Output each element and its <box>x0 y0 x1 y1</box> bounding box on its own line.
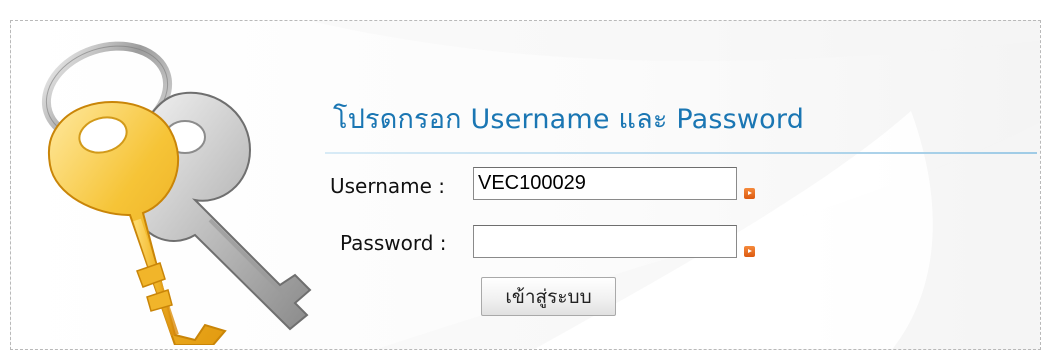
login-panel: โปรดกรอก Username และ Password Username … <box>10 20 1041 350</box>
orange-arrow-bullet-icon <box>744 246 755 257</box>
password-input[interactable] <box>473 225 737 258</box>
login-button[interactable]: เข้าสู่ระบบ <box>481 277 616 316</box>
password-label: Password : <box>340 231 447 255</box>
keys-icon <box>41 41 312 345</box>
username-label: Username : <box>330 174 446 198</box>
heading-divider <box>325 152 1037 154</box>
orange-arrow-bullet-icon <box>744 188 755 199</box>
login-heading: โปรดกรอก Username และ Password <box>333 104 805 135</box>
username-input[interactable] <box>473 167 737 200</box>
